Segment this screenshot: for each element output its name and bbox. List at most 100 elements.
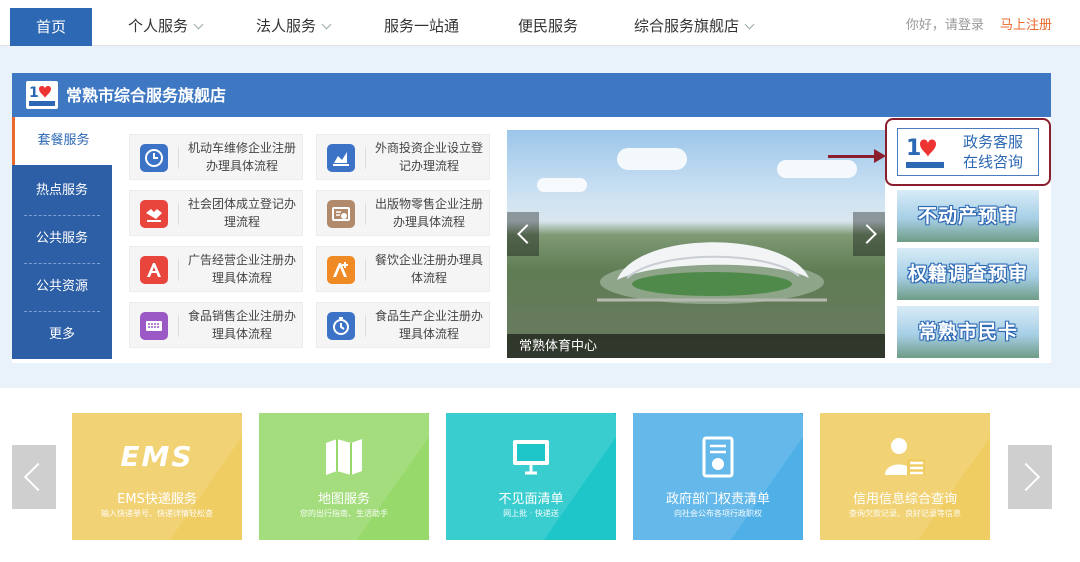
service-label: 机动车维修企业注册办理具体流程 bbox=[187, 141, 296, 173]
left-menu-item-resources[interactable]: 公共资源 bbox=[12, 263, 112, 311]
customer-service-highlight: 1 政务客服 在线咨询 bbox=[885, 118, 1051, 186]
tile-no-meeting-list[interactable]: 不见面清单 网上批 · 快递送 bbox=[446, 413, 616, 540]
tile-subtitle: 查询欠款记录、良好记录等信息 bbox=[849, 509, 961, 518]
divider bbox=[365, 147, 366, 169]
service-label: 食品生产企业注册办理具体流程 bbox=[374, 309, 483, 341]
stadium-image bbox=[597, 242, 827, 304]
nav-item-flagship[interactable]: 综合服务旗舰店 bbox=[634, 0, 755, 46]
tile-subtitle: 您的出行指南、生活助手 bbox=[300, 509, 388, 518]
service-item[interactable]: 社会团体成立登记办理流程 bbox=[129, 190, 303, 236]
nav-label: 个人服务 bbox=[128, 17, 189, 35]
tile-title: 地图服务 bbox=[317, 492, 370, 507]
service-label: 广告经营企业注册办理具体流程 bbox=[187, 253, 296, 285]
top-navigation: 首页 个人服务 法人服务 服务一站通 便民服务 综合服务旗舰店 你好，请登录 马… bbox=[0, 0, 1080, 46]
cloud bbox=[777, 160, 857, 178]
left-menu-item-package[interactable]: 套餐服务 bbox=[12, 117, 112, 165]
service-item[interactable]: 出版物零售企业注册办理具体流程 bbox=[316, 190, 490, 236]
service-item[interactable]: 外商投资企业设立登记办理流程 bbox=[316, 134, 490, 180]
register-link[interactable]: 马上注册 bbox=[1000, 18, 1052, 33]
svg-text:1: 1 bbox=[29, 85, 39, 101]
left-menu-item-public[interactable]: 公共服务 bbox=[12, 215, 112, 263]
stopwatch-icon bbox=[327, 312, 355, 340]
service-label: 社会团体成立登记办理流程 bbox=[187, 197, 296, 229]
login-link[interactable]: 你好，请登录 bbox=[906, 18, 984, 33]
customer-service-label: 政务客服 在线咨询 bbox=[950, 132, 1036, 172]
nav-item-home[interactable]: 首页 bbox=[10, 8, 92, 46]
chevron-down-icon bbox=[321, 19, 332, 30]
tile-title: EMS快递服务 bbox=[117, 492, 197, 507]
service-item[interactable]: 广告经营企业注册办理具体流程 bbox=[129, 246, 303, 292]
service-item[interactable]: 食品生产企业注册办理具体流程 bbox=[316, 302, 490, 348]
service-logo-icon: 1 bbox=[906, 136, 944, 168]
tile-title: 不见面清单 bbox=[498, 492, 564, 507]
banner-label: 不动产预审 bbox=[917, 205, 1018, 227]
divider bbox=[365, 259, 366, 281]
panel-title: 常熟市综合服务旗舰店 bbox=[66, 86, 227, 105]
keyboard-icon bbox=[140, 312, 168, 340]
chart-icon bbox=[327, 144, 355, 172]
left-menu: 套餐服务 热点服务 公共服务 公共资源 更多 bbox=[12, 117, 112, 359]
divider bbox=[365, 203, 366, 225]
tile-power-list[interactable]: 政府部门权责清单 向社会公布各项行政职权 bbox=[633, 413, 803, 540]
tile-subtitle: 输入快递单号、快递详情轻松查 bbox=[101, 509, 213, 518]
nav-label: 首页 bbox=[35, 18, 66, 36]
image-carousel[interactable]: 常熟体育中心 bbox=[507, 130, 885, 358]
tile-credit-query[interactable]: 信用信息综合查询 查询欠款记录、良好记录等信息 bbox=[820, 413, 990, 540]
customer-service-button[interactable]: 1 政务客服 在线咨询 bbox=[897, 128, 1039, 176]
customer-service-line2: 在线咨询 bbox=[962, 153, 1023, 171]
service-item[interactable]: 餐饮企业注册办理具体流程 bbox=[316, 246, 490, 292]
left-menu-item-more[interactable]: 更多 bbox=[12, 311, 112, 359]
tile-map[interactable]: 地图服务 您的出行指南、生活助手 bbox=[259, 413, 429, 540]
cloud bbox=[617, 148, 687, 170]
cloud bbox=[537, 178, 587, 192]
banner-label: 权籍调查预审 bbox=[907, 263, 1028, 285]
nav-label: 综合服务旗舰店 bbox=[634, 17, 740, 35]
tiles-next-button[interactable] bbox=[1008, 445, 1052, 509]
annotation-arrow bbox=[828, 155, 878, 158]
carousel-caption: 常熟体育中心 bbox=[519, 339, 598, 354]
banner-label: 常熟市民卡 bbox=[917, 321, 1018, 343]
document-badge-icon bbox=[633, 435, 803, 479]
divider bbox=[178, 203, 179, 225]
certificate-icon bbox=[327, 200, 355, 228]
nav-label: 服务一站通 bbox=[384, 17, 460, 35]
service-label: 食品销售企业注册办理具体流程 bbox=[187, 309, 296, 341]
monitor-icon bbox=[446, 435, 616, 479]
nav-item-one-stop[interactable]: 服务一站通 bbox=[384, 0, 459, 46]
tile-subtitle: 网上批 · 快递送 bbox=[503, 509, 559, 518]
carousel-prev-button[interactable] bbox=[507, 212, 539, 256]
service-logo-icon: 1 bbox=[26, 81, 58, 109]
tiles-prev-button[interactable] bbox=[12, 445, 56, 509]
svg-text:1: 1 bbox=[906, 136, 921, 161]
nav-item-convenience[interactable]: 便民服务 bbox=[518, 0, 578, 46]
carousel-next-button[interactable] bbox=[853, 212, 885, 256]
ems-logo: EMS bbox=[120, 440, 194, 473]
left-menu-item-hot[interactable]: 热点服务 bbox=[12, 167, 112, 215]
map-icon bbox=[259, 435, 429, 479]
nav-item-legal[interactable]: 法人服务 bbox=[256, 0, 332, 46]
tile-subtitle: 向社会公布各项行政职权 bbox=[674, 509, 762, 518]
service-label: 外商投资企业设立登记办理流程 bbox=[374, 141, 483, 173]
banner-real-estate-precheck[interactable]: 不动产预审 bbox=[897, 190, 1039, 242]
tile-title: 信用信息综合查询 bbox=[852, 492, 957, 507]
nav-label: 便民服务 bbox=[518, 17, 579, 35]
service-label: 出版物零售企业注册办理具体流程 bbox=[374, 197, 483, 229]
divider bbox=[365, 315, 366, 337]
chevron-down-icon bbox=[744, 19, 755, 30]
nav-item-personal[interactable]: 个人服务 bbox=[128, 0, 204, 46]
clock-icon bbox=[140, 144, 168, 172]
nav-label: 法人服务 bbox=[256, 17, 317, 35]
service-label: 餐饮企业注册办理具体流程 bbox=[374, 253, 483, 285]
service-item[interactable]: 食品销售企业注册办理具体流程 bbox=[129, 302, 303, 348]
divider bbox=[178, 147, 179, 169]
service-item[interactable]: 机动车维修企业注册办理具体流程 bbox=[129, 134, 303, 180]
banner-citizen-card[interactable]: 常熟市民卡 bbox=[897, 306, 1039, 358]
divider bbox=[178, 259, 179, 281]
banner-ownership-survey[interactable]: 权籍调查预审 bbox=[897, 248, 1039, 300]
tile-title: 政府部门权责清单 bbox=[665, 492, 770, 507]
ems-icon: EMS bbox=[72, 435, 242, 479]
user-card-icon bbox=[820, 435, 990, 479]
tile-ems[interactable]: EMS EMS快递服务 输入快递单号、快递详情轻松查 bbox=[72, 413, 242, 540]
handshake-icon bbox=[140, 200, 168, 228]
chevron-down-icon bbox=[193, 19, 204, 30]
